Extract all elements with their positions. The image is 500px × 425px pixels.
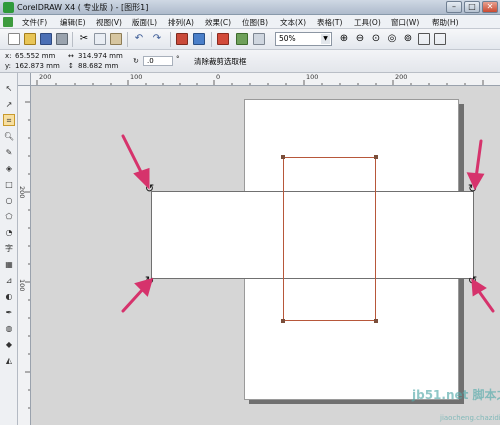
- chevron-down-icon[interactable]: ▼: [321, 34, 330, 44]
- menu-arrange[interactable]: 排列(A): [168, 17, 194, 28]
- crop-tool-icon[interactable]: ⌗: [3, 114, 15, 126]
- property-bar: x: 65.552 mm y: 162.873 mm ↔ 314.974 mm …: [0, 50, 500, 73]
- annotation-arrow: [121, 287, 145, 313]
- annotation-arrows: [121, 134, 495, 313]
- zoom-in-icon[interactable]: ⊕: [338, 33, 350, 45]
- annotation-arrow: [476, 288, 495, 313]
- zoom-level-select[interactable]: 50% ▼: [275, 32, 332, 46]
- shape-tool-icon[interactable]: ↗: [3, 99, 15, 111]
- menu-effects[interactable]: 效果(C): [205, 17, 231, 28]
- interactive-blend-tool-icon[interactable]: ◐: [3, 291, 15, 303]
- zoom-out-icon[interactable]: ⊖: [354, 33, 366, 45]
- zoom-tool-icon[interactable]: 🔍︎: [3, 131, 15, 143]
- menu-tools[interactable]: 工具(O): [354, 17, 381, 28]
- smart-fill-tool-icon[interactable]: ◈: [3, 163, 15, 175]
- menu-view[interactable]: 视图(V): [96, 17, 122, 28]
- print-icon[interactable]: [56, 33, 68, 45]
- menu-table[interactable]: 表格(T): [317, 17, 342, 28]
- toolbox: ↖ ↗ ⌗ 🔍︎ ✎ ◈ □ ○ ⬠ ◔ 字 ▦ ⊿ ◐ ✒ ◍ ◆ ◭: [0, 73, 18, 425]
- outline-tool-icon[interactable]: ◍: [3, 323, 15, 335]
- minimize-button[interactable]: –: [446, 1, 462, 13]
- table-tool-icon[interactable]: ▦: [3, 259, 15, 271]
- basic-shapes-tool-icon[interactable]: ◔: [3, 227, 15, 239]
- watermark-url: jiaocheng.chazidian.com: [440, 414, 500, 422]
- width-icon: ↔: [68, 52, 74, 60]
- save-icon[interactable]: [40, 33, 52, 45]
- menu-help[interactable]: 帮助(H): [432, 17, 459, 28]
- ruler-label: 200: [39, 73, 52, 81]
- menu-bar: 文件(F) 编辑(E) 视图(V) 版面(L) 排列(A) 效果(C) 位图(B…: [0, 15, 500, 29]
- ruler-label: 0: [216, 73, 221, 81]
- title-bar: CorelDRAW X4 ( 专业版 ) - [图形1] – □ ✕: [0, 0, 500, 15]
- menu-layout[interactable]: 版面(L): [132, 17, 157, 28]
- rotation-field[interactable]: .0: [143, 56, 173, 66]
- horizontal-ruler[interactable]: 200 100 0 100 200: [31, 73, 500, 86]
- menu-window[interactable]: 窗口(W): [391, 17, 419, 28]
- paste-icon[interactable]: [110, 33, 122, 45]
- new-document-icon[interactable]: [8, 33, 20, 45]
- cut-icon[interactable]: ✂: [78, 33, 90, 45]
- ruler-label: 200: [395, 73, 408, 81]
- height-icon: ↕: [68, 62, 74, 70]
- zoom-selected-icon[interactable]: ⊙: [370, 33, 382, 45]
- menu-text[interactable]: 文本(X): [280, 17, 306, 28]
- interactive-fill-tool-icon[interactable]: ◭: [3, 355, 15, 367]
- ruler-label: 200: [18, 186, 26, 199]
- menu-bitmaps[interactable]: 位图(B): [242, 17, 268, 28]
- ruler-label: 100: [306, 73, 319, 81]
- rotation-icon: ↻: [133, 57, 139, 65]
- x-position-field[interactable]: 65.552 mm: [15, 52, 55, 60]
- menu-edit[interactable]: 编辑(E): [60, 17, 86, 28]
- rectangle-tool-icon[interactable]: □: [3, 179, 15, 191]
- welcome-screen-icon[interactable]: [236, 33, 248, 45]
- ruler-label: 100: [18, 279, 26, 292]
- annotation-arrow: [474, 139, 483, 180]
- zoom-page-height-icon[interactable]: [434, 33, 446, 45]
- import-icon[interactable]: [176, 33, 188, 45]
- clear-crop-marquee-button[interactable]: 清除裁剪选取框: [194, 56, 247, 67]
- width-field[interactable]: 314.974 mm: [78, 52, 123, 60]
- parallel-dimension-tool-icon[interactable]: ⊿: [3, 275, 15, 287]
- y-position-field[interactable]: 162.873 mm: [15, 62, 60, 70]
- menu-file[interactable]: 文件(F): [22, 17, 47, 28]
- text-tool-icon[interactable]: 字: [3, 243, 15, 255]
- zoom-all-icon[interactable]: ◎: [386, 33, 398, 45]
- corel-online-icon[interactable]: [253, 33, 265, 45]
- polygon-tool-icon[interactable]: ⬠: [3, 211, 15, 223]
- vertical-ruler-ticks: [25, 101, 30, 409]
- zoom-page-width-icon[interactable]: [418, 33, 430, 45]
- application-launcher-icon[interactable]: [217, 33, 229, 45]
- standard-toolbar: ✂ ↶ ↷ 50% ▼ ⊕ ⊖ ⊙ ◎ ⊚: [0, 29, 500, 50]
- zoom-page-icon[interactable]: ⊚: [402, 33, 414, 45]
- document-icon: [3, 17, 13, 27]
- horizontal-ruler-ticks: [36, 80, 484, 85]
- eyedropper-tool-icon[interactable]: ✒: [3, 307, 15, 319]
- vertical-ruler[interactable]: 200 100: [18, 86, 31, 425]
- zoom-level-value: 50%: [279, 34, 296, 43]
- watermark-text: jb51.net 脚本之家: [412, 388, 500, 402]
- undo-icon[interactable]: ↶: [133, 33, 145, 45]
- copy-icon[interactable]: [94, 33, 106, 45]
- fill-tool-icon[interactable]: ◆: [3, 339, 15, 351]
- degree-symbol: °: [176, 55, 180, 63]
- export-icon[interactable]: [193, 33, 205, 45]
- freehand-tool-icon[interactable]: ✎: [3, 147, 15, 159]
- window-title: CorelDRAW X4 ( 专业版 ) - [图形1]: [17, 3, 149, 12]
- ruler-label: 100: [130, 73, 143, 81]
- rotation-value: .0: [147, 57, 154, 65]
- redo-icon[interactable]: ↷: [151, 33, 163, 45]
- ellipse-tool-icon[interactable]: ○: [3, 195, 15, 207]
- close-button[interactable]: ✕: [482, 1, 498, 13]
- annotation-arrow: [121, 134, 145, 178]
- open-icon[interactable]: [24, 33, 36, 45]
- height-field[interactable]: 88.682 mm: [78, 62, 118, 70]
- y-position-label: y:: [5, 62, 11, 70]
- x-position-label: x:: [5, 52, 12, 60]
- coreldraw-app-icon: [3, 2, 14, 13]
- pick-tool-icon[interactable]: ↖: [3, 83, 15, 95]
- maximize-button[interactable]: □: [464, 1, 480, 13]
- drawing-canvas[interactable]: ↺ ↻ ↻ ↺ jb51.net 脚本之家 jiaocheng.chazidia…: [31, 86, 500, 425]
